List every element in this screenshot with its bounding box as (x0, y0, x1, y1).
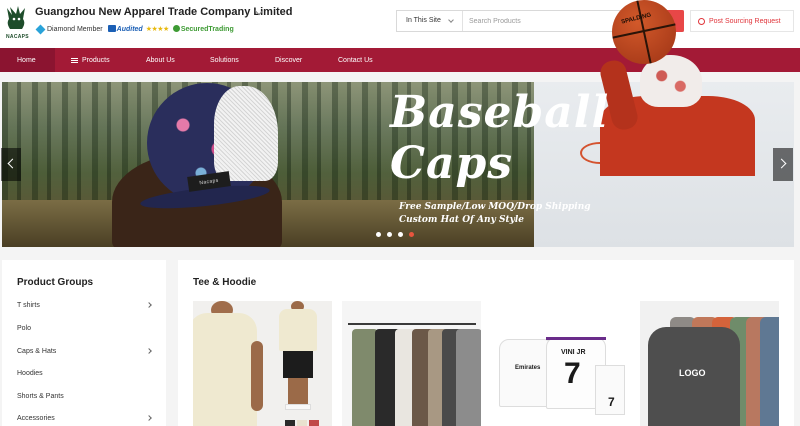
color-swatch (285, 420, 295, 426)
banner-subline: Free Sample/Low MOQ/Drop Shipping (399, 202, 591, 212)
tee-hoodie-section: Tee & Hoodie Emirates VINI JR 7 7 LOGO (178, 260, 794, 426)
product-group-accessories[interactable]: Accessories (17, 415, 153, 422)
menu-icon (71, 57, 78, 63)
chevron-down-icon (448, 17, 454, 23)
jersey-name-text: VINI JR (561, 349, 586, 356)
product-groups-panel: Product Groups T shirts Polo Caps & Hats… (2, 260, 166, 426)
nav-discover[interactable]: Discover (260, 48, 323, 72)
audited-label: Audited (116, 26, 143, 33)
product-group-label: Hoodies (17, 370, 43, 377)
color-swatch (297, 420, 307, 426)
rating-stars: ★★★★ (145, 26, 170, 33)
nav-products[interactable]: Products (55, 48, 131, 72)
company-name[interactable]: Guangzhou New Apparel Trade Company Limi… (35, 6, 293, 18)
product-group-hoodies[interactable]: Hoodies (17, 370, 153, 377)
nav-label: Home (17, 56, 36, 64)
banner-dot-active[interactable] (409, 232, 414, 237)
secured-trading-badge[interactable]: SecuredTrading (172, 25, 234, 33)
product-card-football-jersey[interactable]: Emirates VINI JR 7 7 (491, 301, 630, 426)
chevron-right-icon (146, 348, 152, 354)
product-card-washed-tee[interactable]: LOGO (640, 301, 779, 426)
product-group-caps-hats[interactable]: Caps & Hats (17, 348, 153, 355)
nav-label: Contact Us (338, 56, 373, 64)
diamond-icon (35, 24, 46, 34)
banner-subline-2: Custom Hat Of Any Style (399, 215, 524, 225)
banner-dot[interactable] (376, 232, 381, 237)
clothes-rail (348, 323, 476, 325)
jersey-number-text: 7 (564, 357, 581, 390)
nav-solutions[interactable]: Solutions (195, 48, 260, 72)
nav-contact-us[interactable]: Contact Us (323, 48, 403, 72)
secured-trading-label: SecuredTrading (180, 26, 234, 33)
section-title: Tee & Hoodie (193, 277, 257, 288)
product-group-label: Shorts & Pants (17, 393, 64, 400)
banner-prev-button[interactable] (1, 148, 21, 181)
search-scope-select[interactable]: In This Site (397, 11, 463, 31)
product-group-label: Caps & Hats (17, 348, 57, 355)
chevron-right-icon (776, 158, 787, 169)
shorts-number-text: 7 (608, 395, 615, 409)
banner-next-button[interactable] (773, 148, 793, 181)
jersey-sponsor-text: Emirates (515, 365, 541, 371)
nav-label: Products (82, 56, 110, 64)
search-scope-label: In This Site (406, 17, 441, 24)
chevron-right-icon (146, 415, 152, 421)
product-group-label: Polo (17, 325, 32, 332)
nav-label: Solutions (210, 56, 239, 64)
supplier-badges: Diamond Member Audited ★★★★ SecuredTradi… (35, 23, 234, 35)
product-group-polo[interactable]: Polo (17, 325, 153, 332)
diamond-member-badge[interactable]: Diamond Member (47, 26, 103, 33)
audited-icon (107, 25, 116, 32)
banner-pagination (376, 232, 420, 237)
product-group-t-shirts[interactable]: T shirts (17, 302, 153, 309)
post-sourcing-label: Post Sourcing Request (709, 17, 781, 25)
store-header: NACAPS Guangzhou New Apparel Trade Compa… (0, 0, 800, 48)
product-group-label: Accessories (17, 415, 55, 422)
product-group-shorts-pants[interactable]: Shorts & Pants (17, 393, 153, 400)
nav-label: Discover (275, 56, 303, 64)
product-card-oversized-tee[interactable] (193, 301, 332, 426)
banner-dot[interactable] (398, 232, 403, 237)
product-groups-title: Product Groups (17, 277, 94, 288)
shield-icon (172, 25, 180, 32)
nav-home[interactable]: Home (0, 48, 55, 72)
product-group-label: T shirts (17, 302, 40, 309)
product-card-tee-rack[interactable] (342, 301, 481, 426)
banner-dot[interactable] (387, 232, 392, 237)
nav-label: About Us (146, 56, 175, 64)
tee-logo-text: LOGO (679, 368, 706, 378)
logo-text: NACAPS (6, 34, 29, 40)
cap-mesh-back (214, 86, 278, 181)
post-sourcing-request-button[interactable]: Post Sourcing Request (690, 10, 794, 32)
banner-headline: Baseball (390, 87, 610, 138)
nav-about-us[interactable]: About Us (131, 48, 195, 72)
audited-badge[interactable]: Audited (107, 25, 143, 33)
request-icon (698, 17, 705, 25)
chevron-left-icon (7, 158, 18, 169)
chevron-right-icon (146, 302, 152, 308)
store-logo[interactable]: NACAPS (4, 5, 29, 40)
color-swatch (309, 420, 319, 426)
banner-headline-2: Caps (390, 138, 514, 189)
